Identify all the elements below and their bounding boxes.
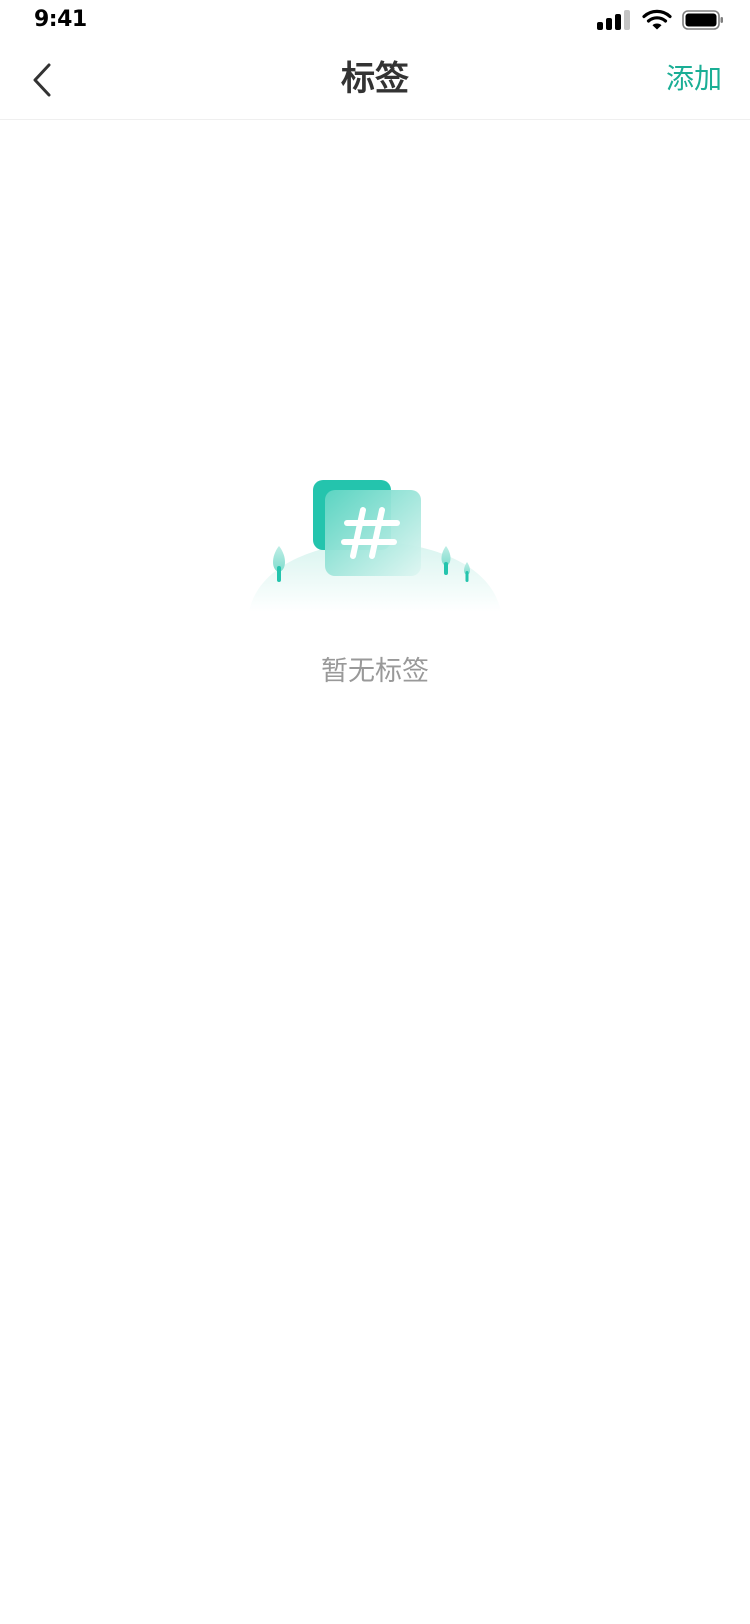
hashtag-icon <box>249 480 501 612</box>
nav-bar: 标签 添加 <box>0 44 750 120</box>
add-button[interactable]: 添加 <box>666 58 722 100</box>
status-bar: 9:41 <box>0 0 750 44</box>
wifi-icon <box>642 9 672 30</box>
signal-icon <box>597 10 630 30</box>
empty-state: 暂无标签 <box>0 480 750 710</box>
empty-state-message: 暂无标签 <box>321 656 429 687</box>
page-title: 标签 <box>341 59 409 99</box>
status-icons <box>596 8 724 32</box>
status-time: 9:41 <box>34 7 87 32</box>
battery-icon <box>682 10 723 30</box>
